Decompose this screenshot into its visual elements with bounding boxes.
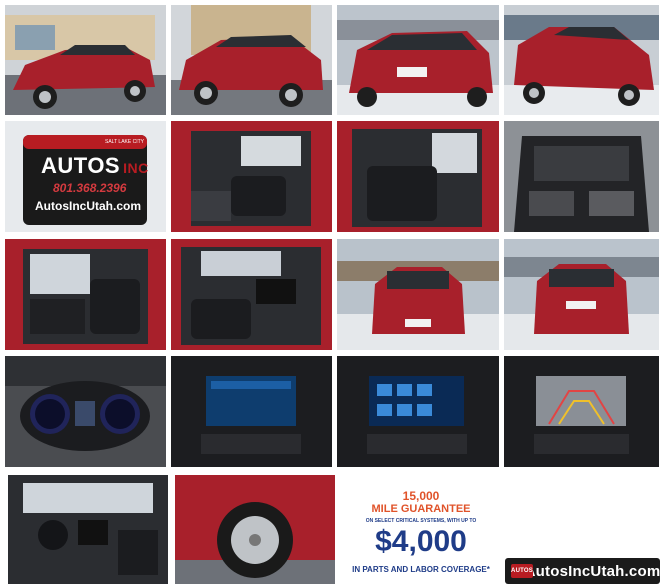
photo-rear-door-seats[interactable] — [5, 239, 166, 350]
photo-gallery: SALT LAKE CITY AUTOS INC 801.368.2396 Aut… — [0, 0, 660, 584]
photo-dealer-sign[interactable]: SALT LAKE CITY AUTOS INC 801.368.2396 Aut… — [5, 121, 166, 232]
sign-phone: 801.368.2396 — [53, 181, 127, 195]
car-photo — [504, 5, 659, 115]
photo-exterior-rear[interactable] — [337, 5, 499, 115]
photo-backup-camera[interactable] — [504, 356, 659, 467]
photo-rear-seats[interactable] — [337, 121, 499, 232]
banner-url: AutosIncUtah.com — [524, 562, 660, 580]
car-photo — [504, 121, 659, 232]
photo-front-view[interactable] — [337, 239, 499, 350]
photo-wheel-closeup[interactable] — [175, 475, 335, 584]
guarantee-miles: 15,000 — [402, 489, 440, 503]
sign-url: AutosIncUtah.com — [35, 199, 142, 213]
sign-brand: AUTOS INC — [41, 153, 149, 179]
brand-word: AUTOS — [41, 153, 121, 178]
car-photo — [5, 356, 166, 467]
guarantee-subline: ON SELECT CRITICAL SYSTEMS, WITH UP TO — [365, 518, 477, 524]
guarantee-amount: $4,000 — [375, 525, 467, 558]
car-photo — [337, 356, 499, 467]
car-photo — [175, 475, 335, 584]
photo-cargo-area[interactable] — [504, 121, 659, 232]
photo-rear-view[interactable] — [504, 239, 659, 350]
photo-exterior-front-quarter-left[interactable] — [5, 5, 166, 115]
car-photo — [337, 5, 499, 115]
car-photo — [504, 239, 659, 350]
photo-driver-seat[interactable] — [171, 121, 332, 232]
car-photo — [337, 121, 499, 232]
car-photo — [171, 121, 332, 232]
footer-banner[interactable]: AUTOS AutosIncUtah.com — [505, 558, 660, 584]
guarantee-headline: MILE GUARANTEE — [371, 503, 471, 515]
car-photo — [337, 239, 499, 350]
photo-instrument-cluster[interactable] — [5, 356, 166, 467]
photo-exterior-front-quarter-right[interactable] — [504, 5, 659, 115]
car-photo — [8, 475, 168, 584]
car-photo — [5, 239, 166, 350]
car-photo — [504, 356, 659, 467]
sign-small-text: SALT LAKE CITY — [105, 139, 144, 145]
photo-infotainment-menu[interactable] — [337, 356, 499, 467]
car-photo — [5, 5, 166, 115]
photo-dashboard-passenger[interactable] — [171, 239, 332, 350]
car-photo — [171, 5, 332, 115]
photo-radio-display[interactable] — [171, 356, 332, 467]
photo-exterior-rear-quarter-left[interactable] — [171, 5, 332, 115]
guarantee-coverage: IN PARTS AND LABOR COVERAGE* — [352, 565, 490, 574]
car-photo — [171, 356, 332, 467]
banner-mini-logo: AUTOS — [511, 564, 533, 578]
brand-suffix: INC — [123, 160, 149, 176]
car-photo — [171, 239, 332, 350]
guarantee-ad[interactable]: 15,000 MILE GUARANTEE ON SELECT CRITICAL… — [341, 475, 501, 584]
photo-interior-dash-wide[interactable] — [8, 475, 168, 584]
